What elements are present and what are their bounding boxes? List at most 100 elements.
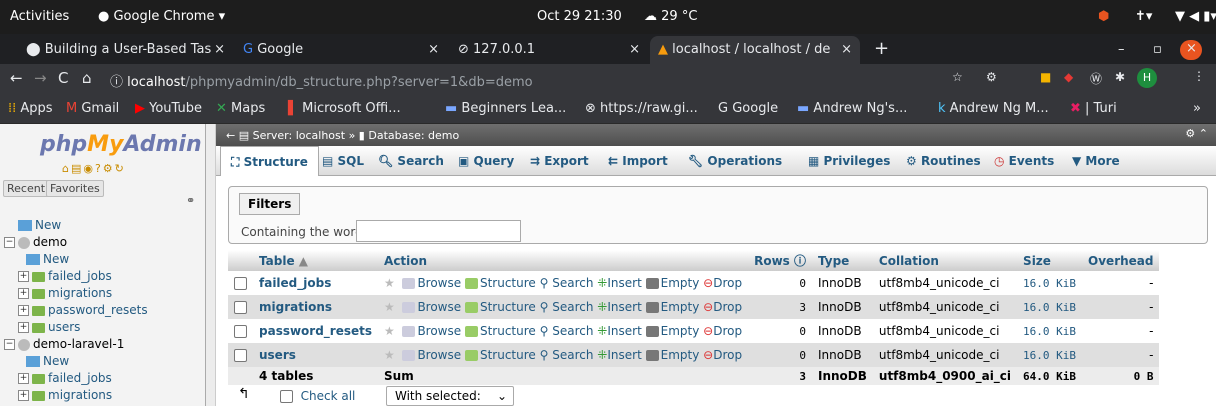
- bookmark-microsoft-office[interactable]: ▌ Microsoft Offi...: [288, 101, 401, 116]
- search-action[interactable]: ⚲ Search: [540, 300, 594, 314]
- tree-new-table[interactable]: New: [26, 354, 69, 368]
- close-tab-icon[interactable]: ×: [428, 42, 439, 57]
- favorite-star-icon[interactable]: ★: [384, 324, 395, 338]
- new-tab-button[interactable]: +: [866, 36, 897, 64]
- profile-avatar[interactable]: H: [1137, 68, 1157, 88]
- table-name-link[interactable]: users: [253, 343, 379, 367]
- activities-button[interactable]: Activities: [10, 9, 69, 24]
- breadcrumb-server[interactable]: Server: localhost »: [253, 129, 356, 142]
- tab-search[interactable]: 🔍︎ Search: [368, 146, 454, 176]
- insert-action[interactable]: ⁜Insert: [597, 300, 641, 314]
- tab-127001[interactable]: ⊘ 127.0.0.1 ×: [450, 36, 648, 64]
- home-icon[interactable]: ⌂: [82, 69, 92, 87]
- help-icon[interactable]: ⓘ: [794, 254, 806, 268]
- tree-new-db[interactable]: New: [18, 218, 61, 232]
- col-size[interactable]: Size: [1017, 250, 1083, 271]
- structure-action[interactable]: Structure: [464, 324, 536, 338]
- browse-action[interactable]: Browse: [402, 300, 461, 314]
- drop-action[interactable]: ⊖Drop: [703, 276, 742, 290]
- tree-new-table[interactable]: New: [26, 252, 69, 266]
- bookmark-gmail[interactable]: M Gmail: [66, 101, 119, 116]
- extension-icon[interactable]: Ⓦ: [1090, 70, 1102, 87]
- row-checkbox[interactable]: [234, 349, 247, 362]
- tab-more[interactable]: ▼ More: [1062, 146, 1130, 176]
- row-size[interactable]: 16.0 KiB: [1017, 343, 1083, 367]
- check-all-checkbox[interactable]: [280, 390, 293, 403]
- check-all-control[interactable]: Check all: [280, 389, 355, 403]
- settings-icon[interactable]: ⚙ ⌃: [1185, 127, 1208, 140]
- link-icon[interactable]: ⚭: [186, 194, 195, 207]
- minimize-icon[interactable]: –: [1110, 36, 1133, 64]
- empty-action[interactable]: Empty: [645, 276, 699, 290]
- back-icon[interactable]: ←: [10, 69, 23, 87]
- bookmark-google[interactable]: G Google: [718, 101, 778, 116]
- bookmark-star-icon[interactable]: ☆: [952, 70, 963, 84]
- tree-table-failed-jobs[interactable]: + failed_jobs: [18, 371, 112, 385]
- close-tab-icon[interactable]: ×: [629, 42, 640, 57]
- structure-action[interactable]: Structure: [464, 276, 536, 290]
- collapse-icon[interactable]: −: [4, 237, 15, 248]
- search-action[interactable]: ⚲ Search: [540, 348, 594, 362]
- tab-building-task[interactable]: ⬤ Building a User-Based Tas ×: [18, 36, 233, 64]
- bookmark-apps[interactable]: ⁞⁞ Apps: [8, 101, 53, 116]
- structure-action[interactable]: Structure: [464, 348, 536, 362]
- tab-privileges[interactable]: ▦ Privileges: [798, 146, 900, 176]
- close-tab-icon[interactable]: ×: [841, 42, 852, 57]
- tree-table-users[interactable]: + users: [18, 320, 80, 334]
- bookmark-beginners[interactable]: ▬ Beginners Lea...: [445, 101, 566, 116]
- col-rows[interactable]: Rows ⓘ: [748, 250, 812, 271]
- row-checkbox[interactable]: [234, 325, 247, 338]
- recent-button[interactable]: Recent: [3, 180, 50, 197]
- empty-action[interactable]: Empty: [645, 348, 699, 362]
- collapse-icon[interactable]: −: [4, 339, 15, 350]
- tree-table-migrations[interactable]: + migrations: [18, 286, 112, 300]
- reload-icon[interactable]: C: [58, 69, 68, 87]
- col-collation[interactable]: Collation: [872, 250, 1018, 271]
- expand-icon[interactable]: +: [18, 305, 29, 316]
- row-size[interactable]: 16.0 KiB: [1017, 319, 1083, 343]
- tab-phpmyadmin[interactable]: ▲ localhost / localhost / de ×: [650, 36, 860, 64]
- extension-icon[interactable]: ■: [1040, 70, 1051, 84]
- tab-routines[interactable]: ⚙ Routines: [896, 146, 991, 176]
- filter-input[interactable]: [356, 220, 521, 242]
- col-table[interactable]: Table ▲: [253, 250, 379, 271]
- drop-action[interactable]: ⊖Drop: [703, 348, 742, 362]
- insert-action[interactable]: ⁜Insert: [597, 276, 641, 290]
- sidebar-scrollbar[interactable]: [206, 124, 216, 406]
- drop-action[interactable]: ⊖Drop: [703, 300, 742, 314]
- favorite-star-icon[interactable]: ★: [384, 348, 395, 362]
- nav-icons-row[interactable]: ⌂▤◉?⚙↻: [62, 162, 126, 175]
- with-selected-select[interactable]: With selected: ⌄: [386, 386, 514, 406]
- puzzle-icon[interactable]: ✱: [1115, 70, 1125, 84]
- browse-action[interactable]: Browse: [402, 324, 461, 338]
- phpmyadmin-logo[interactable]: phpMyAdmin: [40, 132, 202, 157]
- tab-import[interactable]: ⇇ Import: [598, 146, 678, 176]
- maximize-icon[interactable]: ▫: [1145, 36, 1170, 64]
- tab-export[interactable]: ⇉ Export: [520, 146, 599, 176]
- breadcrumb-database[interactable]: Database: demo: [368, 129, 459, 142]
- insert-action[interactable]: ⁜Insert: [597, 348, 641, 362]
- tab-events[interactable]: ◷ Events: [984, 146, 1064, 176]
- structure-action[interactable]: Structure: [464, 300, 536, 314]
- favorite-star-icon[interactable]: ★: [384, 276, 395, 290]
- row-checkbox[interactable]: [234, 301, 247, 314]
- tree-table-migrations[interactable]: + migrations: [18, 388, 112, 402]
- accessibility-icon[interactable]: ✝▾: [1135, 9, 1152, 24]
- chrome-app-menu[interactable]: ● Google Chrome ▾: [98, 9, 225, 24]
- extension-icon[interactable]: ◆: [1064, 70, 1073, 84]
- drop-action[interactable]: ⊖Drop: [703, 324, 742, 338]
- search-action[interactable]: ⚲ Search: [540, 276, 594, 290]
- collapse-nav-icon[interactable]: ←: [226, 129, 239, 142]
- row-size[interactable]: 16.0 KiB: [1017, 295, 1083, 319]
- expand-icon[interactable]: +: [18, 373, 29, 384]
- empty-action[interactable]: Empty: [645, 324, 699, 338]
- forward-icon[interactable]: →: [34, 69, 47, 87]
- browse-action[interactable]: Browse: [402, 348, 461, 362]
- tree-db-demo[interactable]: − demo: [4, 235, 67, 249]
- tab-operations[interactable]: 🔧︎ Operations: [678, 146, 792, 176]
- expand-icon[interactable]: +: [18, 271, 29, 282]
- tab-structure[interactable]: ⛶ Structure: [220, 146, 319, 176]
- more-bookmarks-icon[interactable]: »: [1193, 101, 1201, 116]
- close-window-icon[interactable]: ×: [1180, 40, 1202, 60]
- extension-icon[interactable]: ⚙: [986, 70, 997, 84]
